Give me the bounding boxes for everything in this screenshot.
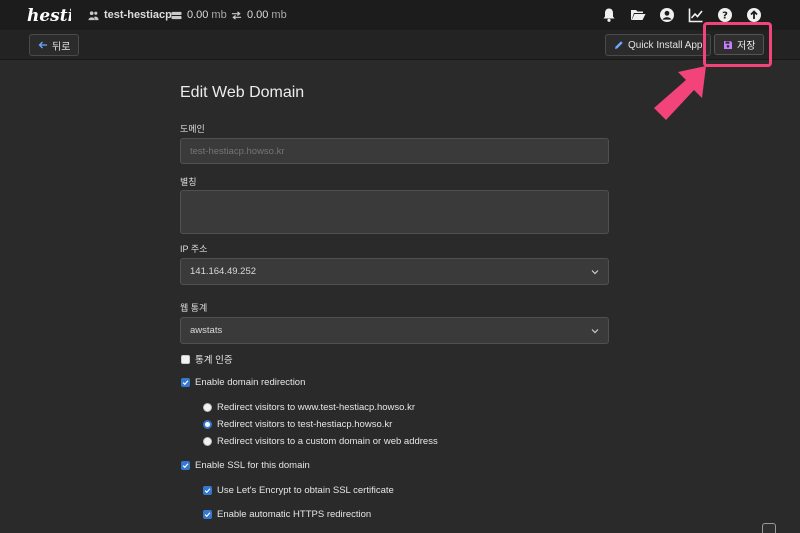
https-redirect-checkbox[interactable]: Enable automatic HTTPS redirection (203, 509, 371, 520)
letsencrypt-checkbox[interactable]: Use Let's Encrypt to obtain SSL certific… (203, 485, 394, 496)
redirect-option-www[interactable]: Redirect visitors to www.test-hestiacp.h… (203, 402, 415, 413)
stats-auth-label: 통계 인증 (195, 355, 233, 366)
checkmark-icon (204, 488, 211, 494)
quick-install-app-button[interactable]: Quick Install App (605, 34, 712, 56)
disk-value: 0.00 (187, 9, 209, 21)
back-button-label: 뒤로 (52, 41, 71, 53)
checkmark-icon (182, 380, 189, 386)
checkbox-checked[interactable] (203, 510, 212, 519)
bandwidth-value: 0.00 (247, 9, 269, 21)
letsencrypt-label: Use Let's Encrypt to obtain SSL certific… (217, 485, 394, 496)
users-icon (88, 10, 99, 20)
svg-text:hestia: hestia (27, 6, 71, 26)
domain-input[interactable] (180, 138, 609, 164)
domain-label: 도메인 (180, 124, 205, 134)
bell-icon[interactable] (601, 7, 617, 23)
alias-textarea[interactable] (180, 190, 609, 234)
redirect-option-label: Redirect visitors to a custom domain or … (217, 436, 438, 447)
checkbox-checked[interactable] (181, 461, 190, 470)
quick-install-label: Quick Install App (628, 39, 703, 51)
help-icon[interactable]: ? (717, 7, 733, 23)
redirect-option-label: Redirect visitors to test-hestiacp.howso… (217, 419, 393, 430)
checkmark-icon (204, 512, 211, 518)
ssl-checkbox[interactable]: Enable SSL for this domain (181, 460, 310, 471)
radio-unselected[interactable] (203, 403, 212, 412)
domain-redirection-checkbox[interactable]: Enable domain redirection (181, 377, 305, 388)
checkbox-unchecked[interactable] (181, 354, 190, 364)
bandwidth-usage: 0.00 mb (231, 0, 287, 30)
user-menu[interactable]: test-hestiacp (88, 0, 172, 30)
disk-unit: mb (211, 9, 227, 21)
page-title: Edit Web Domain (180, 84, 305, 101)
https-redirect-label: Enable automatic HTTPS redirection (217, 509, 372, 520)
back-button[interactable]: 뒤로 (29, 34, 80, 56)
ip-select-value: 141.164.49.252 (190, 266, 257, 277)
hard-drive-icon (171, 11, 182, 19)
terminal-icon[interactable] (762, 523, 776, 533)
top-navbar: hestia test-hestiacp 0.00 mb 0.00 mb ? (0, 0, 800, 30)
chevron-down-icon (591, 269, 599, 274)
pointer-arrow-icon (654, 66, 706, 120)
svg-text:?: ? (722, 11, 728, 22)
radio-unselected[interactable] (203, 437, 212, 446)
arrow-up-circle-icon[interactable] (746, 7, 762, 23)
redirect-option-custom[interactable]: Redirect visitors to a custom domain or … (203, 436, 438, 447)
save-highlight-box (703, 22, 772, 67)
chart-line-icon[interactable] (688, 7, 704, 23)
stats-label: 웹 통계 (180, 303, 208, 313)
redirect-option-label: Redirect visitors to www.test-hestiacp.h… (217, 402, 415, 413)
hestia-logo[interactable]: hestia (27, 3, 71, 27)
domain-redirection-label: Enable domain redirection (195, 377, 306, 388)
user-circle-icon[interactable] (659, 7, 675, 23)
ssl-label: Enable SSL for this domain (195, 460, 310, 471)
chevron-down-icon (591, 328, 599, 333)
folder-open-icon[interactable] (630, 7, 646, 23)
stats-auth-checkbox[interactable]: 통계 인증 (181, 352, 233, 366)
radio-selected[interactable] (203, 420, 212, 429)
redirect-option-non-www[interactable]: Redirect visitors to test-hestiacp.howso… (203, 419, 392, 430)
alias-label: 별칭 (180, 177, 197, 187)
arrow-left-icon (38, 41, 47, 49)
pencil-icon (615, 41, 623, 49)
ip-label: IP 주소 (180, 244, 208, 254)
checkmark-icon (182, 463, 189, 469)
username: test-hestiacp (104, 9, 172, 21)
checkbox-checked[interactable] (181, 378, 190, 387)
stats-select-value: awstats (190, 325, 223, 336)
ip-select[interactable]: 141.164.49.252 (180, 258, 609, 285)
disk-usage: 0.00 mb (171, 0, 227, 30)
action-toolbar: 뒤로 Quick Install App (0, 30, 800, 60)
transfer-arrows-icon (231, 10, 242, 20)
bandwidth-unit: mb (271, 9, 287, 21)
checkbox-checked[interactable] (203, 486, 212, 495)
stats-select[interactable]: awstats (180, 317, 609, 344)
